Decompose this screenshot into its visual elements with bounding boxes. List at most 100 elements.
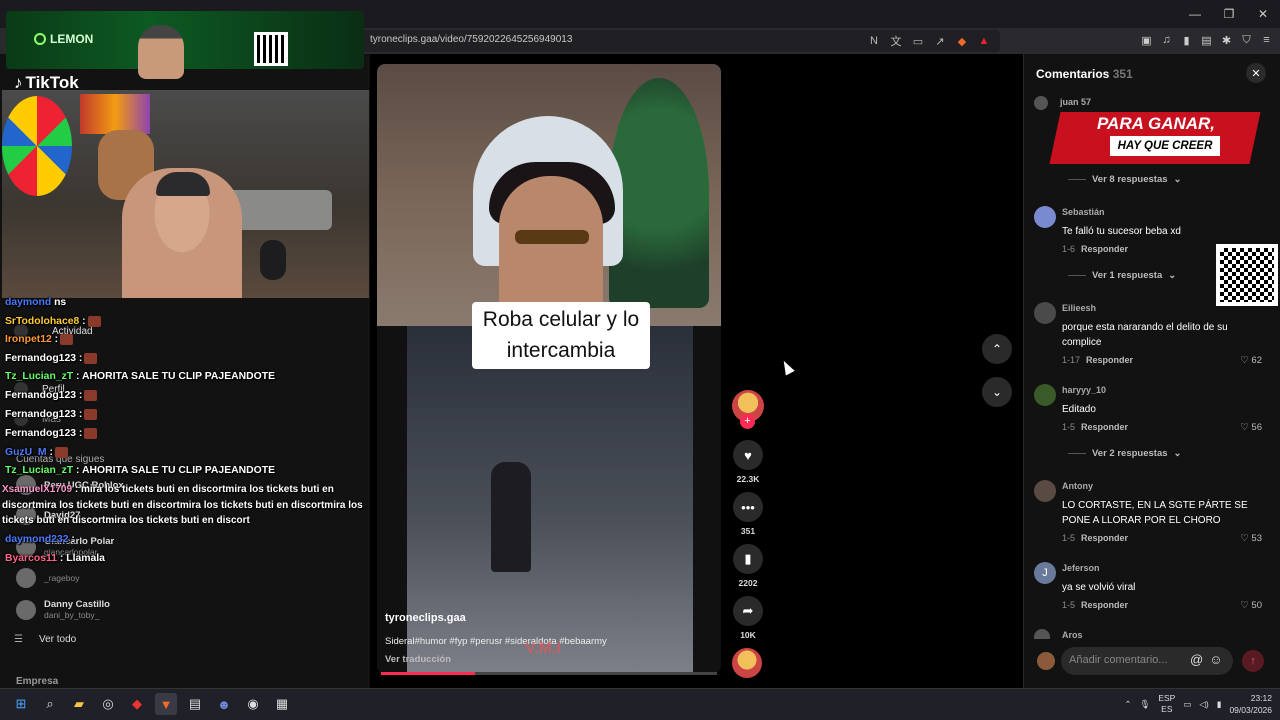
clock[interactable]: 23:12 09/03/2026 bbox=[1229, 692, 1272, 716]
reply-button[interactable]: Responder bbox=[1086, 355, 1133, 365]
network-icon[interactable]: ▭ bbox=[1183, 699, 1191, 710]
chat-text: : bbox=[76, 428, 83, 439]
video-player[interactable]: Roba celular y lo intercambia tyroneclip… bbox=[377, 64, 721, 674]
reply-button[interactable]: Responder bbox=[1081, 244, 1128, 254]
share-button[interactable]: ➦ 10K bbox=[732, 596, 764, 640]
list-icon: ☰ bbox=[14, 634, 23, 645]
next-video-button[interactable]: ⌄ bbox=[982, 377, 1012, 407]
chat-username: GuzU_M bbox=[5, 447, 47, 458]
previous-video-button[interactable]: ⌃ bbox=[982, 334, 1012, 364]
avatar[interactable] bbox=[1034, 302, 1056, 324]
windows-start-icon[interactable]: ⊞ bbox=[10, 693, 32, 715]
address-bar-icons: N 文 ▭ ↗ ◆ ▲ bbox=[866, 33, 992, 49]
chevron-down-icon: ⌄ bbox=[991, 385, 1003, 399]
wallet-icon[interactable]: ▣ bbox=[1139, 31, 1154, 49]
chevron-down-icon: ⌄ bbox=[1173, 174, 1182, 185]
see-all-link[interactable]: ☰ Ver todo bbox=[14, 634, 76, 645]
following-item[interactable]: _rageboy bbox=[16, 568, 79, 588]
close-icon[interactable]: ✕ bbox=[1246, 0, 1280, 28]
progress-fill bbox=[381, 672, 476, 675]
chat-text: : bbox=[79, 316, 86, 327]
app-icon[interactable]: ◎ bbox=[97, 693, 119, 715]
reader-mode-icon[interactable]: N bbox=[866, 33, 882, 49]
save-button[interactable]: ▮ 2202 bbox=[732, 544, 764, 588]
translate-link[interactable]: Ver traducción bbox=[385, 654, 451, 665]
send-comment-button[interactable]: ↑ bbox=[1242, 650, 1264, 672]
microphone-icon[interactable]: 🎙 bbox=[1140, 699, 1151, 710]
comment-likes[interactable]: ♡ 56 bbox=[1240, 422, 1262, 433]
battery-icon[interactable]: ▮ bbox=[1217, 699, 1222, 710]
avatar[interactable] bbox=[1034, 206, 1056, 228]
comment-meta: 1-6 Responder bbox=[1062, 244, 1129, 254]
windows-taskbar: ⊞ ⌕ ▰ ◎ ◆ ▼ ▤ ☻ ◉ ▦ ⌃ 🎙 ESP ES ▭ ◁) ▮ 23:… bbox=[0, 688, 1280, 720]
comment-likes[interactable]: ♡ 50 bbox=[1240, 600, 1262, 611]
minimize-icon[interactable]: — bbox=[1178, 0, 1212, 28]
my-avatar bbox=[1037, 652, 1055, 670]
puzzle-icon[interactable]: ✱ bbox=[1219, 31, 1234, 49]
qr-code bbox=[254, 32, 288, 66]
comment-likes[interactable]: ♡ 62 bbox=[1240, 355, 1262, 366]
video-progress[interactable] bbox=[381, 672, 717, 675]
comment-icon: ••• bbox=[733, 492, 763, 522]
maximize-icon[interactable]: ❐ bbox=[1212, 0, 1246, 28]
close-icon: ✕ bbox=[1251, 67, 1261, 80]
file-explorer-icon[interactable]: ▰ bbox=[68, 693, 90, 715]
close-comments-button[interactable]: ✕ bbox=[1246, 63, 1266, 83]
avatar[interactable] bbox=[1034, 96, 1048, 110]
music-icon[interactable]: ♫ bbox=[1159, 31, 1174, 49]
company-link[interactable]: Empresa bbox=[16, 676, 58, 687]
emoji-icon[interactable]: ☺ bbox=[1209, 652, 1222, 667]
cast-icon[interactable]: ▭ bbox=[910, 33, 926, 49]
view-replies-button[interactable]: Ver 2 respuestas ⌄ bbox=[1068, 448, 1182, 459]
translate-icon[interactable]: 文 bbox=[888, 33, 904, 49]
mention-icon[interactable]: @ bbox=[1190, 652, 1203, 667]
reply-button[interactable]: Responder bbox=[1081, 422, 1128, 432]
rewards-icon[interactable]: ▲ bbox=[976, 33, 992, 49]
view-replies-button[interactable]: Ver 1 respuesta ⌄ bbox=[1068, 270, 1176, 281]
app-icon[interactable]: ◉ bbox=[242, 693, 264, 715]
wall-screen bbox=[80, 94, 150, 134]
share-arrow-icon: ➦ bbox=[733, 596, 763, 626]
vpn-icon[interactable]: ⛉ bbox=[1239, 31, 1254, 49]
chevron-up-icon: ⌃ bbox=[991, 342, 1003, 356]
chevron-down-icon: ⌄ bbox=[1173, 448, 1182, 459]
follow-plus-icon[interactable]: + bbox=[740, 414, 755, 429]
christmas-tree bbox=[609, 78, 709, 308]
following-item[interactable]: Danny Castillo dani_by_toby_ bbox=[16, 599, 110, 620]
reply-button[interactable]: Responder bbox=[1081, 600, 1128, 610]
brave-icon[interactable]: ▼ bbox=[155, 693, 177, 715]
extension-icons: ▣ ♫ ▮ ▤ ✱ ⛉ ≡ bbox=[1139, 31, 1274, 49]
chevron-up-icon[interactable]: ⌃ bbox=[1124, 699, 1131, 710]
chat-text: ns bbox=[51, 297, 67, 308]
lemon-icon bbox=[34, 33, 46, 45]
extensions-icon[interactable]: ▤ bbox=[1199, 31, 1214, 49]
avatar[interactable] bbox=[1034, 480, 1056, 502]
discord-icon[interactable]: ☻ bbox=[213, 693, 235, 715]
comment-button[interactable]: ••• 351 bbox=[732, 492, 764, 536]
chat-message: GuzU_M : bbox=[5, 446, 68, 459]
address-bar[interactable]: tyroneclips.gaa/video/759202264525694901… bbox=[360, 30, 1000, 52]
sidebar-icon[interactable]: ▮ bbox=[1179, 31, 1194, 49]
volume-icon[interactable]: ◁) bbox=[1199, 699, 1208, 710]
comment-input-icons: @ ☺ bbox=[1190, 652, 1222, 667]
like-button[interactable]: ♥ 22.3K bbox=[732, 440, 764, 484]
search-icon[interactable]: ⌕ bbox=[39, 693, 61, 715]
app-icon[interactable]: ◆ bbox=[126, 693, 148, 715]
menu-icon[interactable]: ≡ bbox=[1259, 31, 1274, 49]
video-author[interactable]: tyroneclips.gaa bbox=[385, 612, 466, 624]
reply-button[interactable]: Responder bbox=[1081, 533, 1128, 543]
comment-likes[interactable]: ♡ 53 bbox=[1240, 533, 1262, 544]
app-icon[interactable]: ▤ bbox=[184, 693, 206, 715]
view-replies-button[interactable]: Ver 8 respuestas ⌄ bbox=[1068, 174, 1182, 185]
calculator-icon[interactable]: ▦ bbox=[271, 693, 293, 715]
avatar[interactable]: J bbox=[1034, 562, 1056, 584]
avatar[interactable] bbox=[1034, 629, 1050, 639]
avatar[interactable] bbox=[1034, 384, 1056, 406]
sound-avatar[interactable] bbox=[732, 648, 762, 678]
comments-title: Comentarios 351 bbox=[1036, 67, 1133, 81]
language-indicator[interactable]: ESP ES bbox=[1158, 693, 1175, 715]
share-icon[interactable]: ↗ bbox=[932, 33, 948, 49]
brave-shield-icon[interactable]: ◆ bbox=[954, 33, 970, 49]
comment-meta: 1-5 Responder bbox=[1062, 533, 1129, 543]
chevron-down-icon: ⌄ bbox=[1168, 270, 1177, 281]
